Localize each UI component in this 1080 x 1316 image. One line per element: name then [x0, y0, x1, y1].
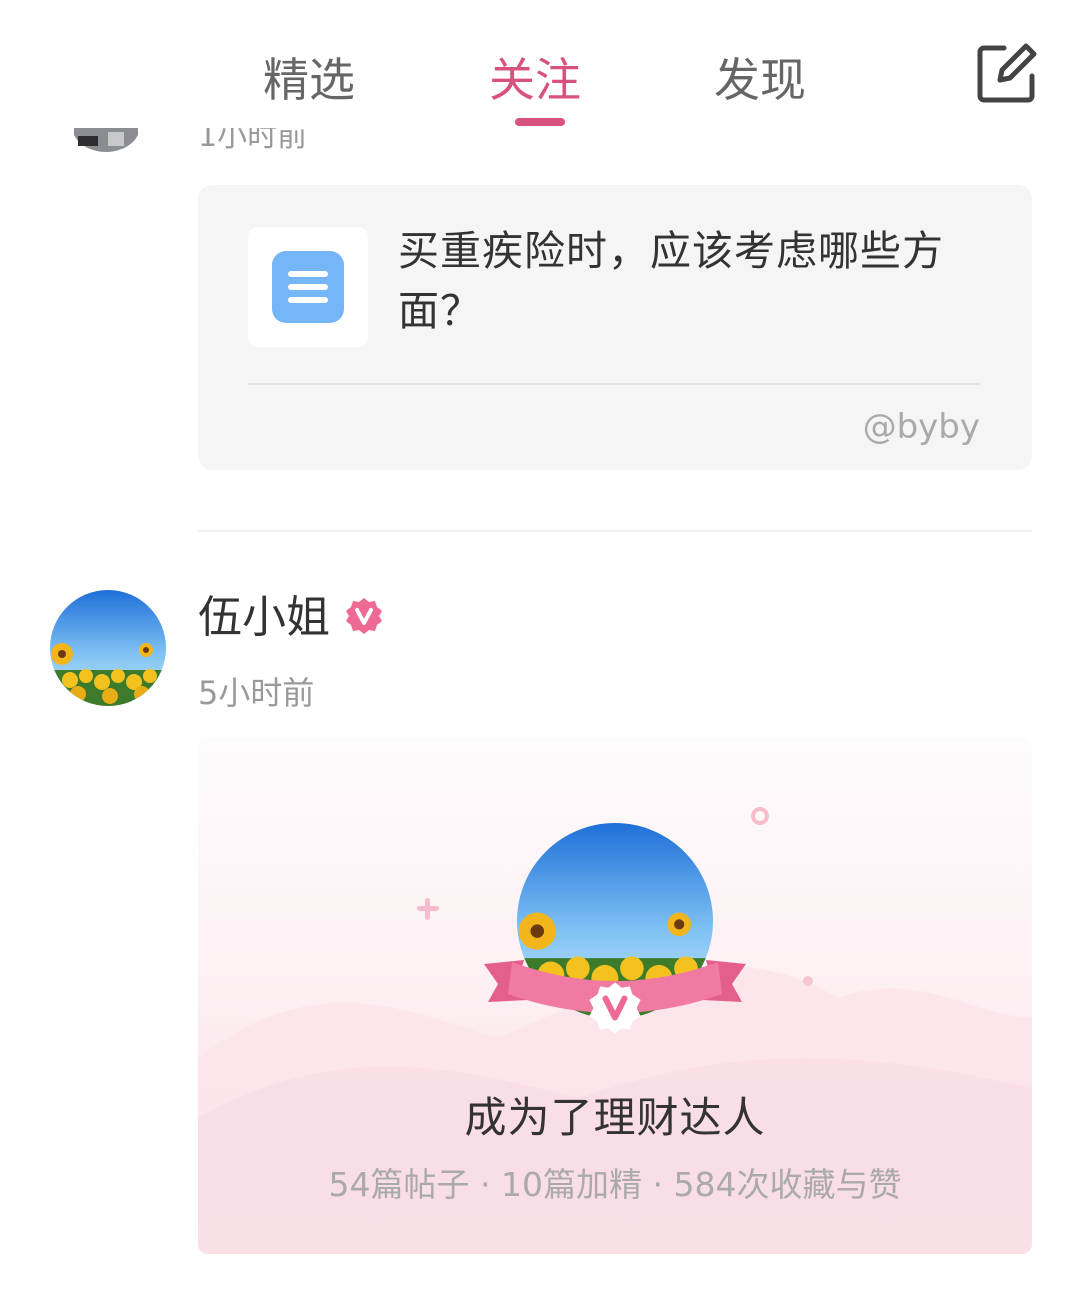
active-tab-indicator [515, 118, 565, 126]
sparkle-plus-icon [417, 898, 439, 920]
question-icon-box [248, 227, 368, 347]
document-icon [272, 251, 344, 323]
question-author[interactable]: @byby [863, 407, 980, 447]
user-avatar[interactable] [50, 590, 166, 706]
card-divider [248, 383, 980, 385]
compose-button[interactable] [974, 40, 1040, 106]
top-tab-bar: 精选 关注 发现 [0, 0, 1080, 128]
tab-featured[interactable]: 精选 [263, 52, 355, 108]
tab-following[interactable]: 关注 [489, 52, 581, 108]
user-name[interactable]: 伍小姐 [198, 590, 330, 646]
achievement-title: 成为了理财达人 [464, 1093, 766, 1142]
sparkle-ring-icon [751, 807, 769, 825]
question-card[interactable]: 买重疾险时，应该考虑哪些方面？ @byby [198, 185, 1032, 470]
verified-badge-icon [589, 982, 641, 1034]
post-separator [198, 530, 1032, 532]
post-time: 5小时前 [198, 674, 315, 712]
verified-badge-icon [344, 596, 384, 636]
sparkle-dot-icon [803, 976, 813, 986]
achievement-stats: 54篇帖子 · 10篇加精 · 584次收藏与赞 [328, 1165, 902, 1204]
achievement-card[interactable]: 成为了理财达人 54篇帖子 · 10篇加精 · 584次收藏与赞 [198, 738, 1032, 1254]
previous-post-time: 1小时前 [198, 128, 308, 152]
question-title: 买重疾险时，应该考虑哪些方面？ [398, 227, 944, 335]
compose-icon [977, 43, 1037, 103]
previous-post-avatar[interactable] [74, 126, 138, 154]
tab-discover[interactable]: 发现 [714, 52, 806, 108]
